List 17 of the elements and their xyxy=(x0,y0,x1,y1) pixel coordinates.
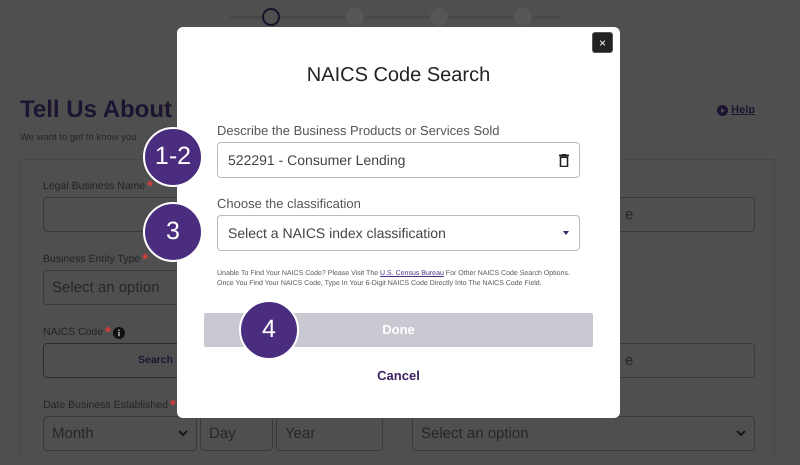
cancel-button[interactable]: Cancel xyxy=(371,365,426,386)
required-asterisk: * xyxy=(147,180,153,194)
close-button[interactable]: × xyxy=(592,32,613,53)
field-label: Choose the classification xyxy=(217,196,362,212)
required-asterisk: * xyxy=(105,326,111,340)
chevron-icon xyxy=(178,430,188,438)
help-link[interactable]: Help xyxy=(717,102,755,118)
trash-icon[interactable] xyxy=(559,154,569,166)
dialog-title: NAICS Code Search xyxy=(306,63,492,87)
chevron-icon xyxy=(736,430,746,438)
select-field[interactable]: Select a NAICS index classification xyxy=(217,215,580,251)
required-asterisk: * xyxy=(170,399,176,412)
input-field[interactable]: 522291 - Consumer Lending xyxy=(217,142,580,178)
field-label: Describe the Business Products or Services Sold xyxy=(217,123,501,139)
play-icon xyxy=(717,104,728,116)
required-asterisk: * xyxy=(142,253,148,266)
page-title: Tell Us About xyxy=(20,95,172,125)
